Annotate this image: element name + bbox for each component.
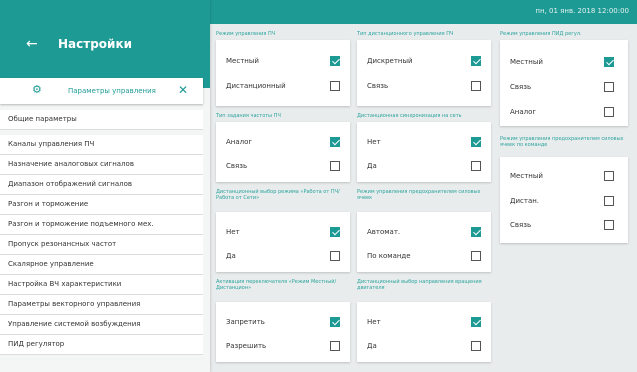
power-cells-caption: Режим управления предохранителем силовых… xyxy=(357,189,481,201)
sidebar-list: Общие параметры Каналы управления ПЧ Наз… xyxy=(0,110,203,355)
sidebar-item-lift-accel[interactable]: Разгон и торможение подъемного мех. xyxy=(0,215,203,235)
sidebar-item-vector-control[interactable]: Параметры векторного управления xyxy=(0,295,203,315)
freq-task-panel: Аналог Связь xyxy=(216,122,350,182)
option-label: Дискретный xyxy=(367,57,413,65)
option-label: Нет xyxy=(226,228,240,236)
page-title: Настройки xyxy=(58,37,133,51)
checkbox[interactable] xyxy=(471,251,481,261)
remote-sync-panel: Нет Да xyxy=(357,122,491,182)
option-label: Дистанционный xyxy=(226,82,286,90)
option-label: Связь xyxy=(367,82,389,90)
freq-task-caption: Тип задания частоты ПЧ xyxy=(216,113,281,119)
datetime-label: пн, 01 янв. 2018 12:00:00 xyxy=(535,7,629,15)
sidebar-item-signal-range[interactable]: Диапазон отображений сигналов xyxy=(0,175,203,195)
checkbox[interactable] xyxy=(604,220,614,230)
remote-select-caption: Дистанционный выбор режима «Работа от ПЧ… xyxy=(216,189,340,201)
checkbox[interactable] xyxy=(604,196,614,206)
fuse-mode-panel: Местный Дистан. Связь xyxy=(500,157,628,243)
checkbox[interactable] xyxy=(330,251,340,261)
checkbox[interactable] xyxy=(471,341,481,351)
checkbox[interactable] xyxy=(471,137,481,147)
sidebar-item-vf-tuning[interactable]: Настройка ВЧ характеристики xyxy=(0,275,203,295)
pid-mode-panel: Местный Связь Аналог xyxy=(500,40,628,126)
option-label: По команде xyxy=(367,252,411,260)
checkbox[interactable] xyxy=(471,161,481,171)
checkbox[interactable] xyxy=(604,171,614,181)
checkbox[interactable] xyxy=(471,56,481,66)
option-label: Нет xyxy=(367,138,381,146)
checkbox[interactable] xyxy=(471,81,481,91)
option-label: Местный xyxy=(226,57,259,65)
checkbox[interactable] xyxy=(330,161,340,171)
option-label: Дистан. xyxy=(510,197,540,205)
sidebar-item-pid[interactable]: ПИД регулятор xyxy=(0,335,203,355)
checkbox[interactable] xyxy=(330,341,340,351)
checkbox[interactable] xyxy=(604,107,614,117)
pid-mode-caption: Режим управления ПИД регул. xyxy=(500,31,582,37)
checkbox[interactable] xyxy=(471,317,481,327)
settings-group-label: Параметры управления xyxy=(68,87,156,95)
remote-type-caption: Тип дистанционного управления ПЧ xyxy=(357,31,454,37)
option-label: Связь xyxy=(510,221,532,229)
sidebar-item-analog-signals[interactable]: Назначение аналоговых сигналов xyxy=(0,155,203,175)
sidebar-item-control-channels[interactable]: Каналы управления ПЧ xyxy=(0,135,203,155)
option-label: Местный xyxy=(510,58,543,66)
remote-type-panel: Дискретный Связь xyxy=(357,40,491,106)
option-label: Связь xyxy=(510,83,532,91)
gear-icon: ⚙ xyxy=(32,83,42,96)
power-cells-panel: Автомат. По команде xyxy=(357,212,491,272)
settings-group-header[interactable]: ⚙ Параметры управления ✕ xyxy=(0,78,203,104)
option-label: Да xyxy=(226,252,236,260)
option-label: Да xyxy=(367,342,377,350)
checkbox[interactable] xyxy=(604,57,614,67)
option-label: Автомат. xyxy=(367,228,401,236)
option-label: Разрешить xyxy=(226,342,267,350)
option-label: Местный xyxy=(510,172,543,180)
option-label: Да xyxy=(367,162,377,170)
checkbox[interactable] xyxy=(330,137,340,147)
sidebar: ← Настройки ⚙ Параметры управления ✕ Общ… xyxy=(0,0,210,372)
arrow-left-icon[interactable]: ← xyxy=(26,36,38,52)
sidebar-item-general[interactable]: Общие параметры xyxy=(0,110,203,130)
sidebar-item-accel-decel[interactable]: Разгон и торможение xyxy=(0,195,203,215)
checkbox[interactable] xyxy=(330,317,340,327)
sidebar-item-excitation[interactable]: Управление системой возбуждения xyxy=(0,315,203,335)
option-label: Нет xyxy=(367,318,381,326)
fuse-mode-caption: Режим управления предохранителем силовых… xyxy=(500,136,624,148)
option-label: Аналог xyxy=(226,138,253,146)
option-label: Запретить xyxy=(226,318,265,326)
option-label: Аналог xyxy=(510,108,537,116)
sidebar-item-resonance-skip[interactable]: Пропуск резонансных частот xyxy=(0,235,203,255)
close-icon[interactable]: ✕ xyxy=(178,83,188,97)
remote-sync-caption: Дистанционная синхронизация на сеть xyxy=(357,113,462,119)
switch-activation-panel: Запретить Разрешить xyxy=(216,302,350,362)
sidebar-item-scalar-control[interactable]: Скалярное управление xyxy=(0,255,203,275)
rotation-select-panel: Нет Да xyxy=(357,302,491,362)
checkbox[interactable] xyxy=(330,81,340,91)
checkbox[interactable] xyxy=(604,82,614,92)
checkbox[interactable] xyxy=(330,56,340,66)
checkbox[interactable] xyxy=(471,227,481,237)
control-mode-caption: Режим управления ПЧ xyxy=(216,31,276,37)
checkbox[interactable] xyxy=(330,227,340,237)
option-label: Связь xyxy=(226,162,248,170)
remote-select-panel: Нет Да xyxy=(216,212,350,272)
sidebar-header: ← Настройки xyxy=(0,0,210,88)
switch-activation-caption: Активация переключателя «Режим Местный/Д… xyxy=(216,279,337,291)
rotation-select-caption: Дистанционный выбор направления вращения… xyxy=(357,279,482,291)
control-mode-panel: Местный Дистанционный xyxy=(216,40,350,106)
